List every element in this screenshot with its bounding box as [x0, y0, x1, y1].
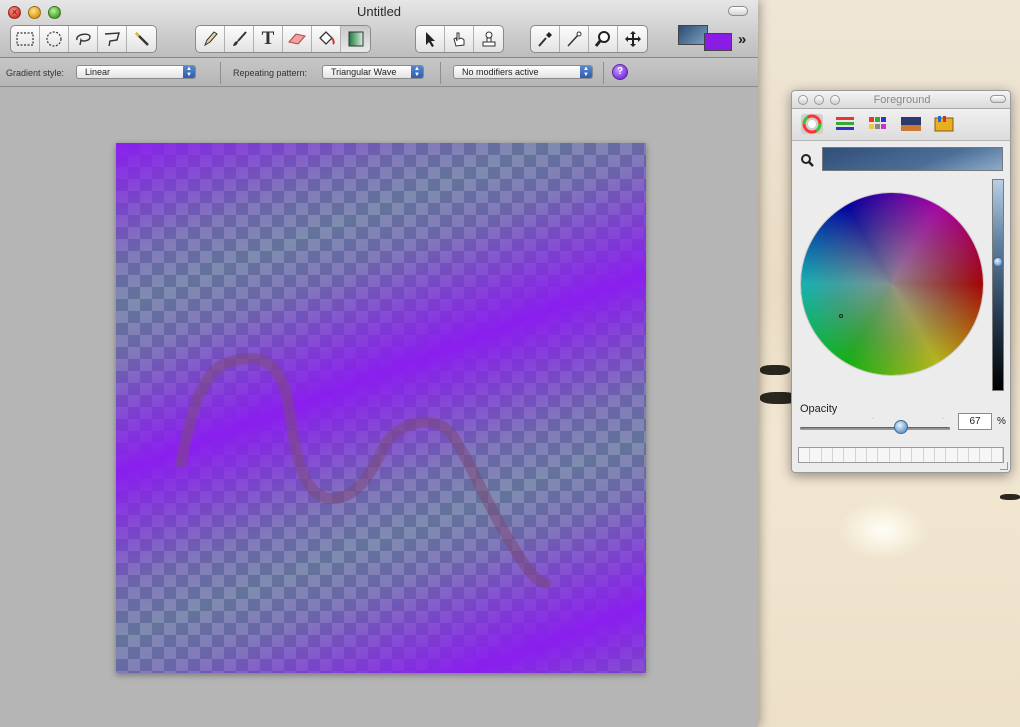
opacity-unit: %	[997, 416, 1006, 427]
image-palettes-icon	[901, 117, 921, 131]
separator	[440, 62, 441, 84]
popup-arrows-icon: ▲ ▼	[411, 66, 423, 78]
separator	[603, 62, 604, 84]
pan-tool[interactable]	[618, 26, 647, 52]
main-window: × Untitled T » Gradient style: Linear ▲ …	[0, 0, 758, 727]
eraser-icon	[288, 33, 306, 45]
move-selection-icon	[426, 32, 435, 47]
window-title: Untitled	[356, 4, 402, 19]
hand-select-tool[interactable]	[445, 26, 474, 52]
magic-wand-tool[interactable]	[127, 26, 156, 52]
desktop-rock	[760, 365, 790, 375]
color-mode-tabs	[792, 109, 1010, 141]
magic-wand-icon	[134, 32, 149, 46]
modifiers-value: No modifiers active	[462, 67, 539, 77]
paint-tools-group: T	[195, 25, 371, 53]
color-wheel[interactable]	[801, 193, 983, 375]
tab-color-sliders[interactable]	[834, 114, 856, 134]
tool-options-bar: Gradient style: Linear ▲ ▼ Repeating patt…	[0, 58, 758, 87]
crayons-icon	[934, 116, 954, 132]
gradient-overlay	[116, 143, 646, 673]
text-tool[interactable]: T	[254, 26, 283, 52]
repeating-pattern-label: Repeating pattern:	[233, 68, 308, 78]
misc-tools-group	[530, 25, 648, 53]
pencil-tool[interactable]	[196, 26, 225, 52]
eraser-tool[interactable]	[283, 26, 312, 52]
toolbar-toggle-button[interactable]	[728, 6, 748, 16]
hand-select-icon	[453, 32, 465, 47]
lasso-tool[interactable]	[69, 26, 98, 52]
ellipse-select-tool[interactable]	[40, 26, 69, 52]
move-selection-tool[interactable]	[416, 26, 445, 52]
desktop-rock	[1000, 494, 1020, 500]
window-titlebar: × Untitled T »	[0, 0, 758, 58]
tab-color-wheel[interactable]	[801, 114, 823, 134]
rect-select-icon	[16, 32, 34, 46]
eyedropper-icon	[538, 32, 552, 47]
polygon-lasso-tool[interactable]	[98, 26, 127, 52]
tab-color-palettes[interactable]	[867, 114, 889, 134]
gradient-style-popup[interactable]: Linear ▲ ▼	[76, 65, 196, 79]
color-wheel-cursor[interactable]	[839, 314, 843, 318]
magnifier-icon[interactable]	[800, 153, 814, 170]
opacity-tick: ·	[942, 416, 944, 422]
canvas-area	[0, 88, 758, 727]
paint-bucket-tool[interactable]	[312, 26, 341, 52]
paintbrush-icon	[233, 31, 247, 46]
help-button[interactable]: ?	[612, 64, 628, 80]
clone-stamp-tool[interactable]	[474, 26, 503, 52]
gradient-style-label: Gradient style:	[6, 68, 65, 78]
selection-tools-group	[10, 25, 157, 53]
color-palettes-icon	[869, 117, 886, 129]
opacity-label: Opacity	[800, 403, 838, 415]
image-canvas[interactable]	[116, 143, 646, 673]
pan-icon	[624, 31, 641, 47]
gradient-icon	[348, 31, 363, 47]
color-panel: Foreground Opacity · · 67 %	[791, 90, 1011, 473]
popup-arrows-icon: ▲ ▼	[580, 66, 592, 78]
paint-bucket-icon	[319, 31, 335, 45]
color-wheel-icon	[802, 114, 822, 134]
brightness-slider[interactable]	[992, 179, 1004, 391]
zoom-icon	[594, 31, 610, 47]
opacity-slider[interactable]	[800, 427, 950, 430]
rect-select-tool[interactable]	[11, 26, 40, 52]
toolbar-overflow-icon[interactable]: »	[738, 31, 746, 48]
transform-tools-group	[415, 25, 504, 53]
polygon-lasso-icon	[104, 32, 120, 47]
tab-crayons[interactable]	[933, 114, 955, 134]
modifiers-popup[interactable]: No modifiers active ▲ ▼	[453, 65, 593, 79]
brightness-slider-knob[interactable]	[993, 257, 1003, 267]
color-sliders-icon	[836, 117, 854, 130]
zoom-tool[interactable]	[589, 26, 618, 52]
foreground-color-well[interactable]	[704, 33, 732, 51]
gradient-style-value: Linear	[85, 67, 111, 77]
color-panel-title: Foreground	[873, 94, 931, 106]
text-icon: T	[261, 28, 275, 49]
resize-grip[interactable]	[1000, 462, 1008, 470]
tab-image-palettes[interactable]	[900, 114, 922, 134]
repeating-pattern-popup[interactable]: Triangular Wave ▲ ▼	[322, 65, 424, 79]
panel-toolbar-toggle[interactable]	[990, 95, 1006, 103]
gradient-tool[interactable]	[341, 26, 370, 52]
current-color-swatch[interactable]	[822, 147, 1003, 171]
smudge-icon	[567, 31, 582, 47]
opacity-slider-knob[interactable]	[893, 420, 908, 434]
separator	[220, 62, 221, 84]
repeating-pattern-value: Triangular Wave	[331, 67, 397, 77]
ellipse-select-icon	[46, 31, 62, 47]
smudge-tool[interactable]	[560, 26, 589, 52]
color-swatch-strip[interactable]	[798, 447, 1004, 463]
color-wells	[678, 25, 734, 53]
popup-arrows-icon: ▲ ▼	[183, 66, 195, 78]
desktop-sun-reflection	[838, 500, 928, 560]
opacity-field[interactable]: 67	[958, 413, 992, 430]
clone-stamp-icon	[482, 31, 495, 47]
paintbrush-tool[interactable]	[225, 26, 254, 52]
color-panel-titlebar: Foreground	[792, 91, 1010, 109]
opacity-tick: ·	[872, 416, 874, 422]
eyedropper-tool[interactable]	[531, 26, 560, 52]
lasso-icon	[76, 33, 91, 46]
pencil-icon	[203, 31, 218, 47]
